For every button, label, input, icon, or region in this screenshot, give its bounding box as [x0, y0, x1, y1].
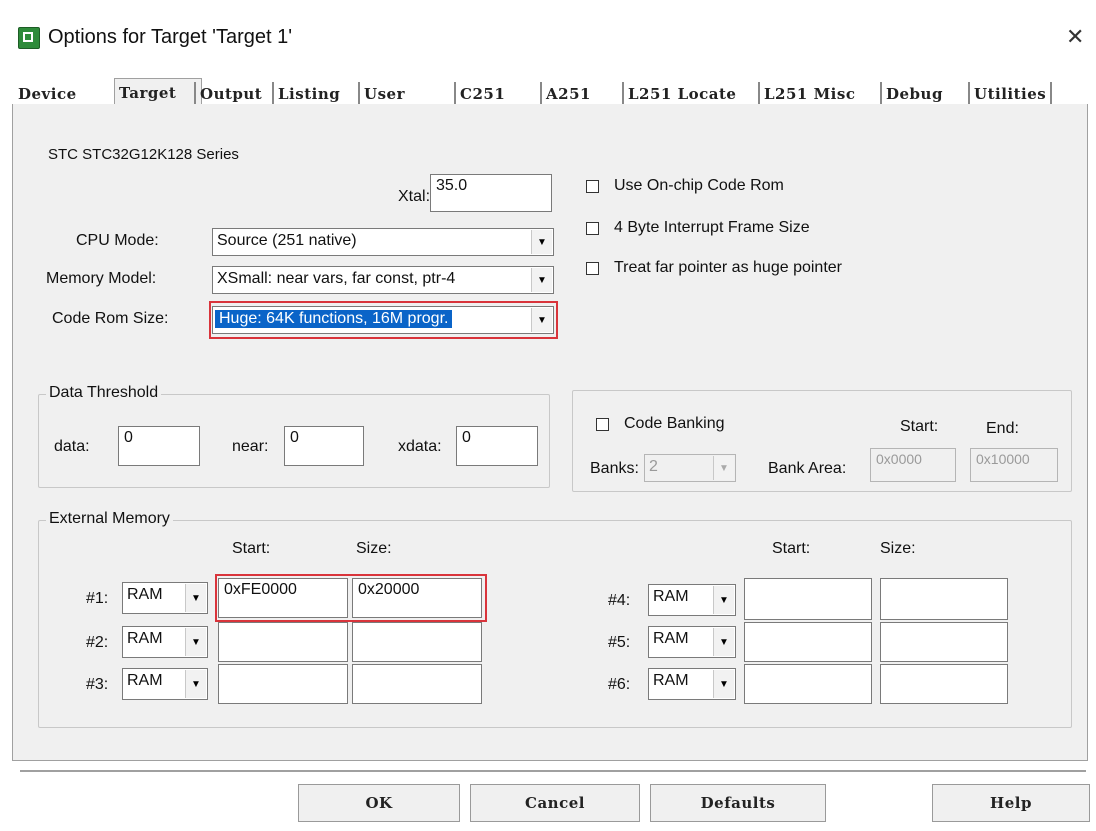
interrupt-frame-size-label: 4 Byte Interrupt Frame Size	[614, 219, 810, 236]
chevron-down-icon[interactable]: ▼	[185, 670, 206, 698]
xtal-input[interactable]: 35.0	[430, 174, 552, 212]
ext-mem-row-1-type-select[interactable]: RAM ▼	[122, 582, 208, 614]
tab-l251-locate[interactable]: L251 Locate	[622, 82, 740, 106]
footer-divider	[20, 770, 1086, 773]
memory-model-select[interactable]: XSmall: near vars, far const, ptr-4 ▼	[212, 266, 554, 294]
ext-mem-row-6-size-input[interactable]	[880, 664, 1008, 704]
bank-end-label: End:	[986, 420, 1019, 437]
ext-mem-row-2-size-input[interactable]	[352, 622, 482, 662]
chevron-down-icon[interactable]: ▼	[531, 230, 552, 254]
ext-mem-row-5-label: #5:	[608, 634, 631, 651]
tab-utilities[interactable]: Utilities	[968, 82, 1053, 106]
xtal-label: Xtal:	[398, 188, 431, 205]
ext-mem-row-1-label: #1:	[86, 590, 109, 607]
near-input[interactable]: 0	[284, 426, 364, 466]
ext-mem-row-4-size-input[interactable]	[880, 578, 1008, 620]
chevron-down-icon[interactable]: ▼	[185, 584, 206, 612]
interrupt-frame-size-checkbox[interactable]	[586, 222, 599, 235]
help-button[interactable]: Help	[932, 784, 1090, 822]
cpu-mode-label: CPU Mode:	[76, 232, 159, 249]
data-threshold-title: Data Threshold	[46, 384, 162, 402]
ext-mem-row-4-type-select[interactable]: RAM ▼	[648, 584, 736, 616]
ext-mem-row-5-size-input[interactable]	[880, 622, 1008, 662]
ext-mem-row-2-type-select[interactable]: RAM ▼	[122, 626, 208, 658]
ext-mem-row-6-start-input[interactable]	[744, 664, 872, 704]
ext-mem-row-4-start-input[interactable]	[744, 578, 872, 620]
ext-mem-row-2-start-input[interactable]	[218, 622, 348, 662]
use-onchip-code-rom-label: Use On-chip Code Rom	[614, 177, 784, 194]
chevron-down-icon[interactable]: ▼	[531, 308, 552, 332]
ext-mem-row-5-type-select[interactable]: RAM ▼	[648, 626, 736, 658]
xdata-label: xdata:	[398, 438, 442, 455]
use-onchip-code-rom-checkbox[interactable]	[586, 180, 599, 193]
bank-start-input[interactable]: 0x0000	[870, 448, 956, 482]
device-name: STC STC32G12K128 Series	[48, 146, 239, 163]
ok-button[interactable]: OK	[298, 784, 460, 822]
ext-mem-row-1-start-input[interactable]: 0xFE0000	[218, 578, 348, 618]
huge-pointer-label: Treat far pointer as huge pointer	[614, 259, 842, 276]
ext-mem-row-6-type-select[interactable]: RAM ▼	[648, 668, 736, 700]
code-rom-size-label: Code Rom Size:	[52, 310, 169, 327]
size-header-left: Size:	[356, 540, 392, 557]
tab-debug[interactable]: Debug	[880, 82, 947, 106]
ext-mem-row-4-label: #4:	[608, 592, 631, 609]
memory-model-label: Memory Model:	[46, 270, 157, 287]
bank-end-input[interactable]: 0x10000	[970, 448, 1058, 482]
bank-start-label: Start:	[900, 418, 939, 435]
chevron-down-icon[interactable]: ▼	[713, 670, 734, 698]
cancel-button[interactable]: Cancel	[470, 784, 640, 822]
tab-listing[interactable]: Listing	[272, 82, 344, 106]
code-banking-checkbox[interactable]	[596, 418, 609, 431]
ext-mem-row-2-label: #2:	[86, 634, 109, 651]
size-header-right: Size:	[880, 540, 916, 557]
banks-label: Banks:	[590, 460, 639, 477]
chevron-down-icon[interactable]: ▼	[713, 586, 734, 614]
ext-mem-row-3-type-select[interactable]: RAM ▼	[122, 668, 208, 700]
chevron-down-icon[interactable]: ▼	[713, 628, 734, 656]
start-header-right: Start:	[772, 540, 811, 557]
near-label: near:	[232, 438, 269, 455]
code-rom-size-select[interactable]: Huge: 64K functions, 16M progr. ▼	[212, 306, 554, 334]
tab-l251-misc[interactable]: L251 Misc	[758, 82, 859, 106]
defaults-button[interactable]: Defaults	[650, 784, 826, 822]
tab-device[interactable]: Device	[14, 82, 81, 106]
ext-mem-row-3-start-input[interactable]	[218, 664, 348, 704]
ext-mem-row-5-start-input[interactable]	[744, 622, 872, 662]
data-label: data:	[54, 438, 90, 455]
start-header-left: Start:	[232, 540, 271, 557]
xdata-input[interactable]: 0	[456, 426, 538, 466]
external-memory-title: External Memory	[46, 510, 173, 528]
tab-strip: Device Target Output Listing User C251 A…	[0, 0, 1096, 110]
chevron-down-icon[interactable]: ▼	[713, 456, 734, 480]
chevron-down-icon[interactable]: ▼	[531, 268, 552, 292]
chevron-down-icon[interactable]: ▼	[185, 628, 206, 656]
huge-pointer-checkbox[interactable]	[586, 262, 599, 275]
tab-output[interactable]: Output	[194, 82, 266, 106]
bank-area-label: Bank Area:	[768, 460, 847, 477]
tab-user[interactable]: User	[358, 82, 409, 106]
ext-mem-row-3-size-input[interactable]	[352, 664, 482, 704]
ext-mem-row-6-label: #6:	[608, 676, 631, 693]
ext-mem-row-3-label: #3:	[86, 676, 109, 693]
tab-target[interactable]: Target	[114, 78, 202, 107]
code-banking-label: Code Banking	[624, 415, 725, 432]
banks-select[interactable]: 2 ▼	[644, 454, 736, 482]
cpu-mode-select[interactable]: Source (251 native) ▼	[212, 228, 554, 256]
data-input[interactable]: 0	[118, 426, 200, 466]
tab-a251[interactable]: A251	[540, 82, 595, 106]
ext-mem-row-1-size-input[interactable]: 0x20000	[352, 578, 482, 618]
tab-c251[interactable]: C251	[454, 82, 509, 106]
